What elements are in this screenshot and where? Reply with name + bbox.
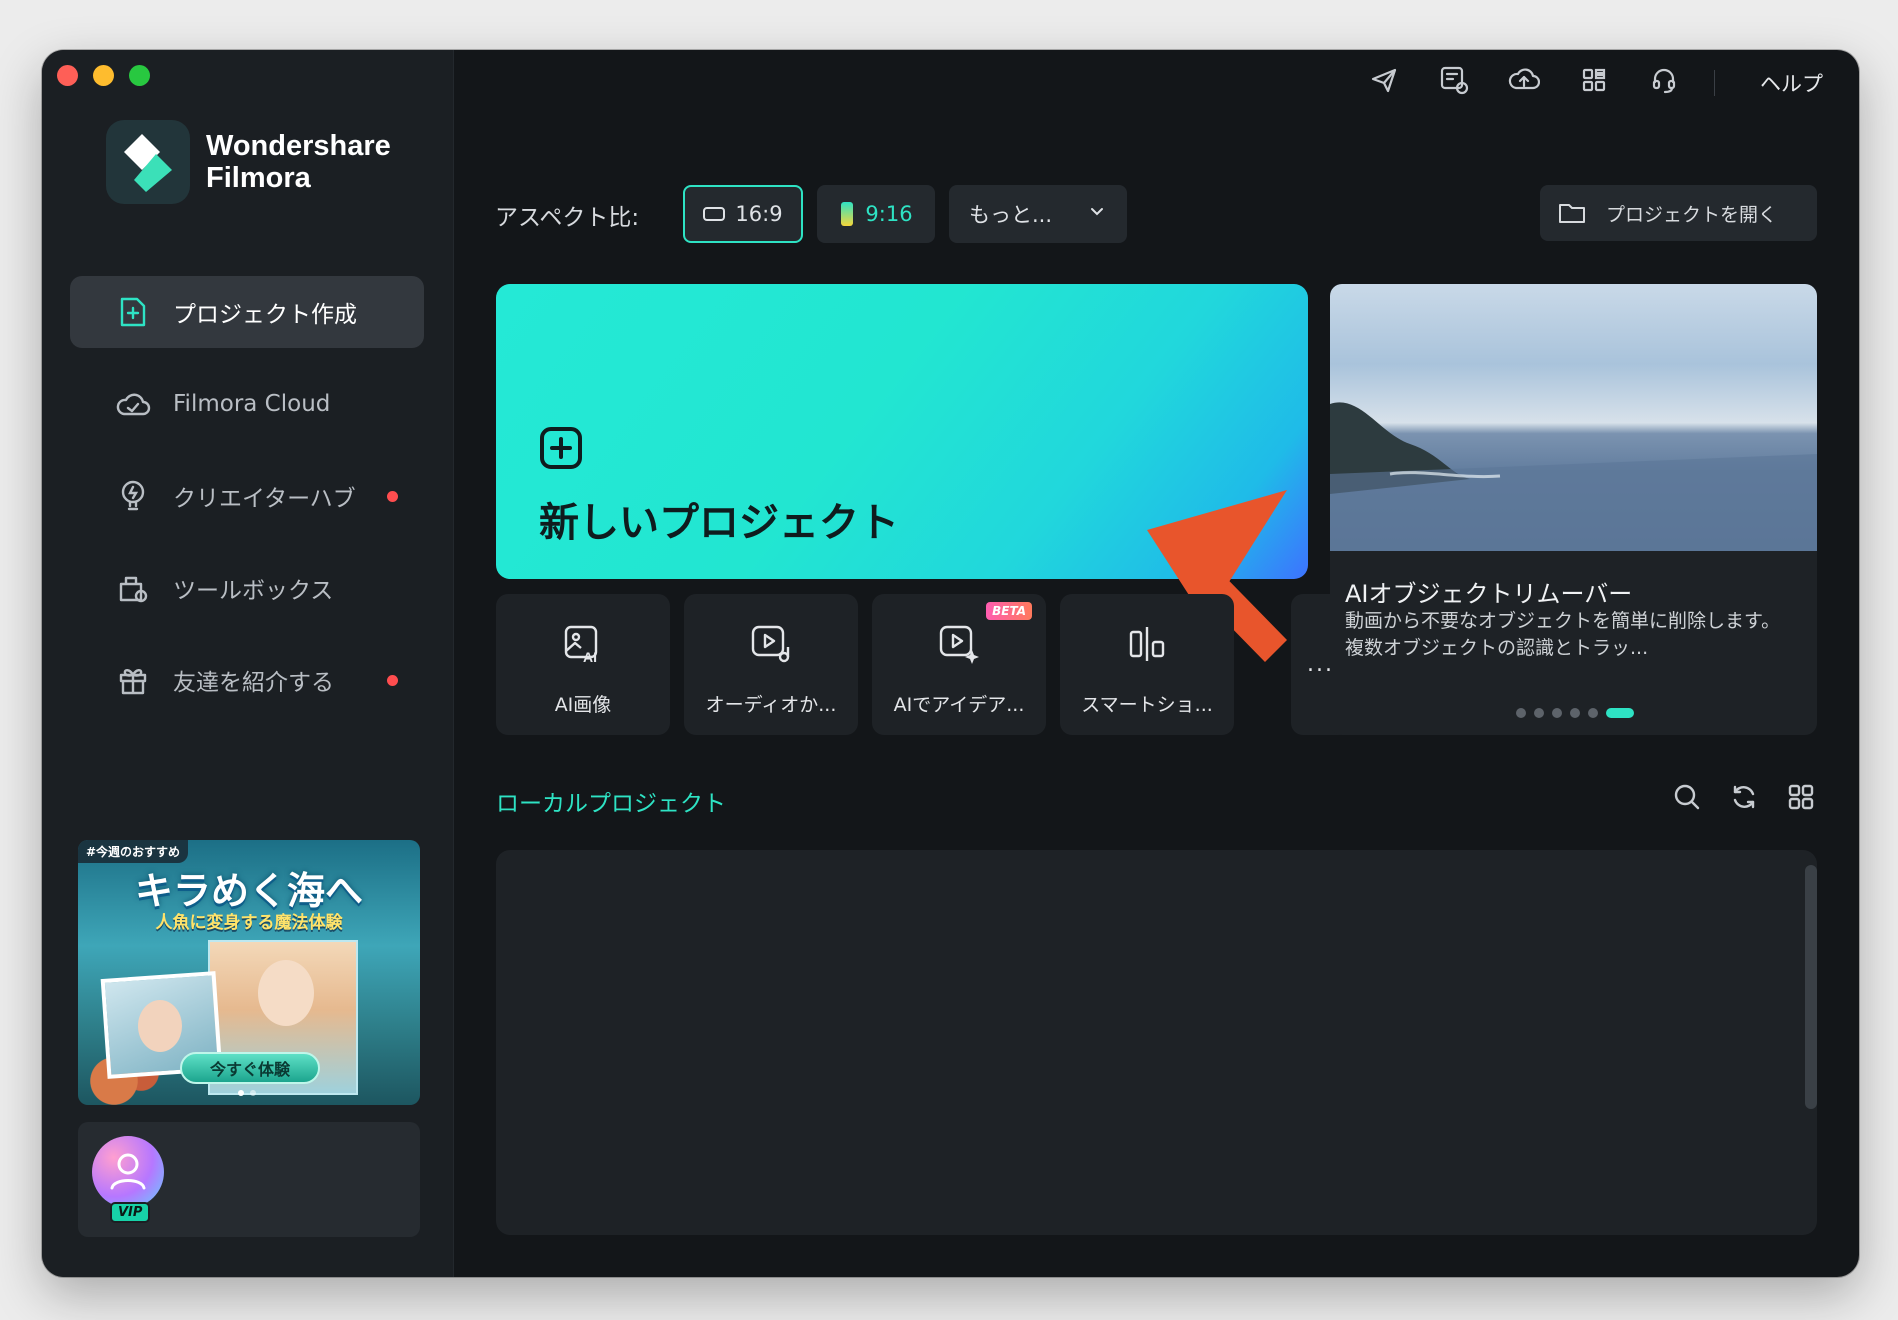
beta-badge: BETA [986,602,1032,620]
sidebar-item-creator-hub[interactable]: クリエイターハブ [70,460,424,532]
refresh-icon[interactable] [1727,780,1760,813]
grid-view-icon[interactable] [1784,780,1817,813]
topbar-icons [1367,63,1681,97]
carousel-dot-active[interactable] [1606,708,1634,718]
sidebar-item-label: ツールボックス [173,578,334,604]
tool-ai-idea[interactable]: BETA AIでアイデア... [872,594,1046,735]
scrollbar[interactable] [1805,865,1817,1109]
gift-icon [115,662,151,698]
feature-description: 動画から不要なオブジェクトを簡単に削除します。複数オブジェクトの認識とトラッ..… [1345,610,1781,659]
aspect-16-9-button[interactable]: 16:9 [683,185,803,243]
audio-video-icon [751,625,790,663]
carousel-dot[interactable] [1570,708,1580,718]
carousel-dot[interactable] [1552,708,1562,718]
carousel-dot[interactable] [1534,708,1544,718]
brand-name: Wondershare Filmora [206,130,391,194]
promo-page-dot[interactable] [250,1090,256,1096]
local-projects-header: ローカルプロジェクト [496,780,1817,820]
feedback-icon[interactable] [1437,63,1471,97]
tool-label: AIでアイデア... [893,694,1025,716]
landscape-ratio-icon [703,207,726,221]
aspect-ratio-label: アスペクト比: [495,205,640,231]
help-menu[interactable]: ヘルプ [1760,68,1823,98]
brand-line2: Filmora [206,162,311,194]
notification-dot [387,491,398,502]
topbar: ヘルプ [454,50,1859,130]
local-projects-tools [1670,780,1817,813]
new-project-icon [115,294,151,330]
sidebar-item-label: Filmora Cloud [173,391,331,417]
promo-pagination [238,1090,256,1096]
promo-try-button[interactable]: 今すぐ体験 [180,1052,320,1084]
aspect-ratio-bar: アスペクト比: 16:9 9:16 もっと... プロジェクトを開く [495,185,1817,243]
brand: Wondershare Filmora [106,120,391,204]
promo-face-art [258,960,314,1026]
promo-banner[interactable]: #今週のおすすめ キラめく海へ 人魚に変身する魔法体験 今すぐ体験 [78,840,420,1105]
plus-square-icon [540,427,582,469]
folder-icon [1559,204,1585,223]
apps-grid-icon[interactable] [1577,63,1611,97]
vip-badge: VIP [110,1202,151,1223]
sidebar-item-label: 友達を紹介する [173,670,334,696]
aspect-16-9-label: 16:9 [735,202,783,226]
feature-preview-image [1330,284,1817,551]
svg-text:AI: AI [583,649,597,664]
topbar-divider [1714,70,1715,96]
maximize-window-button[interactable] [129,65,150,86]
new-project-title: 新しいプロジェクト [539,500,899,546]
cloud-icon [115,386,151,422]
app-window: Wondershare Filmora プロジェクト作成 Filmora Clo… [42,50,1859,1277]
sidebar-nav: プロジェクト作成 Filmora Cloud クリエイターハブ ツールボックス … [70,276,424,736]
sidebar-item-label: プロジェクト作成 [173,302,357,328]
toolbox-icon [115,570,151,606]
aspect-9-16-label: 9:16 [865,202,913,226]
filmora-logo-icon [106,120,190,204]
tool-audio-to-video[interactable]: オーディオか... [684,594,858,735]
portrait-ratio-icon [841,202,854,226]
search-icon[interactable] [1670,780,1703,813]
tool-label: AI画像 [554,694,612,716]
window-controls [57,65,150,86]
local-projects-list[interactable] [496,850,1817,1235]
promo-face-art [138,1000,182,1052]
brand-line1: Wondershare [206,130,391,162]
carousel-pagination [1516,708,1634,718]
promo-page-dot[interactable] [238,1090,244,1096]
sidebar-item-filmora-cloud[interactable]: Filmora Cloud [70,368,424,440]
headset-icon[interactable] [1647,63,1681,97]
sidebar: Wondershare Filmora プロジェクト作成 Filmora Clo… [42,50,454,1277]
tool-smart-short[interactable]: スマートショ... [1060,594,1234,735]
sidebar-item-create-project[interactable]: プロジェクト作成 [70,276,424,348]
ai-image-icon: AI [564,625,598,664]
send-icon[interactable] [1367,63,1401,97]
aspect-9-16-button[interactable]: 9:16 [817,185,935,243]
promo-title: キラめく海へ [134,869,363,913]
minimize-window-button[interactable] [93,65,114,86]
tool-ai-image[interactable]: AI AI画像 [496,594,670,735]
aspect-more-dropdown[interactable]: もっと... [949,185,1127,243]
open-project-button[interactable]: プロジェクトを開く [1540,185,1817,241]
sidebar-item-refer-friend[interactable]: 友達を紹介する [70,644,424,716]
open-project-label: プロジェクトを開く [1606,203,1778,226]
aspect-more-label: もっと... [969,203,1053,227]
sidebar-item-toolbox[interactable]: ツールボックス [70,552,424,624]
tool-label: スマートショ... [1081,694,1213,716]
ai-idea-icon [939,625,979,664]
carousel-dot[interactable] [1588,708,1598,718]
carousel-dot[interactable] [1516,708,1526,718]
sidebar-item-label: クリエイターハブ [173,486,356,512]
cloud-upload-icon[interactable] [1507,63,1541,97]
feature-title: AIオブジェクトリムーバー [1345,580,1633,608]
feature-carousel[interactable]: AIオブジェクトリムーバー 動画から不要なオブジェクトを簡単に削除します。複数オ… [1330,284,1817,735]
local-projects-title: ローカルプロジェクト [496,791,726,817]
promo-subtitle: 人魚に変身する魔法体験 [155,913,343,933]
close-window-button[interactable] [57,65,78,86]
chevron-down-icon [1091,208,1103,216]
user-profile[interactable]: VIP [78,1122,420,1237]
bulb-icon [115,478,151,514]
smart-short-icon [1129,627,1165,661]
tool-label: オーディオか... [705,694,837,716]
avatar[interactable] [92,1136,164,1208]
notification-dot [387,675,398,686]
